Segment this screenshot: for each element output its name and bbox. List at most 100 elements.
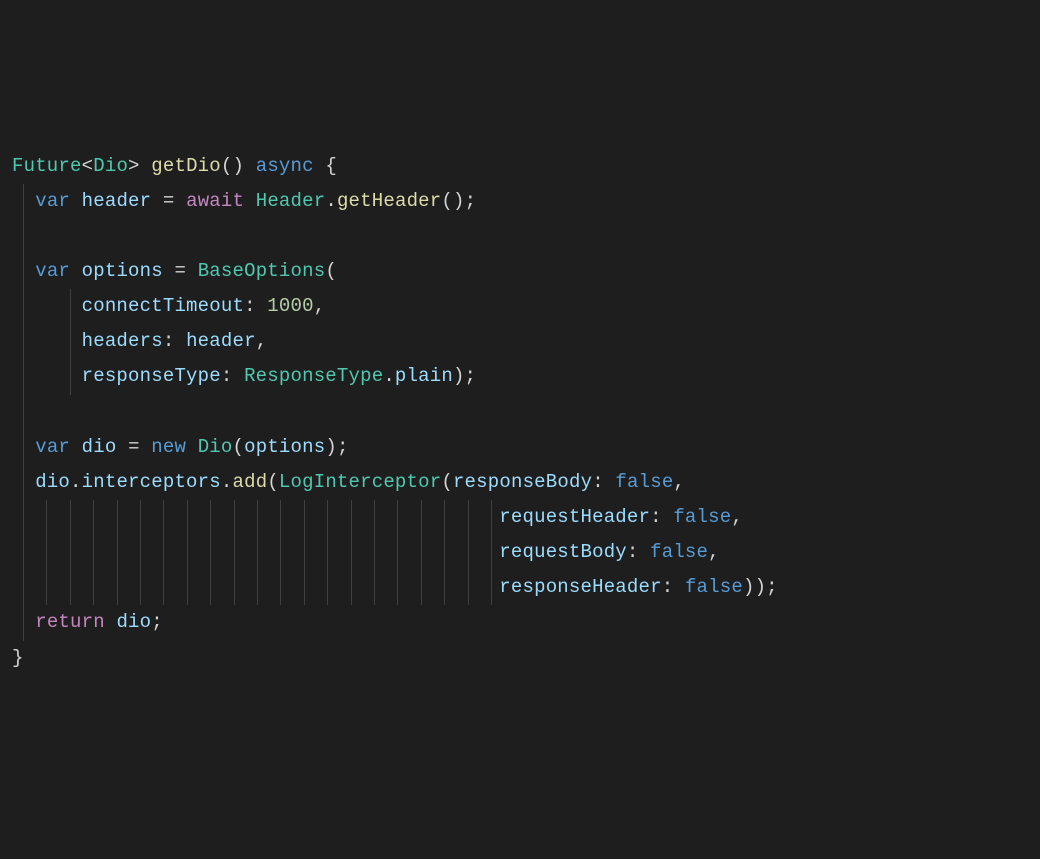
indent-guide (46, 535, 47, 570)
colon: : (592, 471, 604, 493)
comma: , (256, 330, 268, 352)
indent-guide (351, 535, 352, 570)
return-keyword: return (35, 611, 105, 633)
indent-guide (257, 500, 258, 535)
semicolon: ; (766, 576, 778, 598)
code-line: var header = await Header.getHeader(); (12, 184, 1028, 219)
code-line: dio.interceptors.add(LogInterceptor(resp… (12, 465, 1028, 500)
indent-guide (187, 535, 188, 570)
parens: () (221, 155, 244, 177)
indent-guide (23, 430, 24, 465)
boolean-literal: false (673, 506, 731, 528)
colon: : (662, 576, 674, 598)
paren-open: ( (267, 471, 279, 493)
code-line: responseType: ResponseType.plain); (12, 359, 1028, 394)
dot: . (70, 471, 82, 493)
indent-guide (23, 500, 24, 535)
indent-guide (163, 500, 164, 535)
colon: : (650, 506, 662, 528)
whitespace (140, 436, 152, 458)
code-line: var dio = new Dio(options); (12, 430, 1028, 465)
indent-guide (374, 570, 375, 605)
indent-guide (23, 570, 24, 605)
indent-guide (70, 535, 71, 570)
indent-guide (23, 324, 24, 359)
brace-open: { (325, 155, 337, 177)
paren-close: ) (325, 436, 337, 458)
class-name: ResponseType (244, 365, 383, 387)
paren-open: ( (325, 260, 337, 282)
indent-guide (23, 605, 24, 640)
method-name: getHeader (337, 190, 441, 212)
var-keyword: var (35, 260, 70, 282)
boolean-literal: false (615, 471, 673, 493)
class-name: LogInterceptor (279, 471, 441, 493)
colon: : (221, 365, 233, 387)
indent-guide (397, 570, 398, 605)
whitespace (662, 506, 674, 528)
indent-guide (444, 535, 445, 570)
indent-guide (187, 500, 188, 535)
semicolon: ; (465, 365, 477, 387)
indent-guide (163, 570, 164, 605)
whitespace (639, 541, 651, 563)
property: responseType (82, 365, 221, 387)
paren-close: ) (453, 365, 465, 387)
code-editor[interactable]: Future<Dio> getDio() async { var header … (12, 149, 1028, 676)
semicolon: ; (465, 190, 477, 212)
parens: () (441, 190, 464, 212)
indent-guide (421, 570, 422, 605)
indent-guide (304, 500, 305, 535)
class-name: Header (256, 190, 326, 212)
indent-guide (374, 500, 375, 535)
identifier: header (82, 190, 152, 212)
indent-guide (23, 359, 24, 394)
code-line: headers: header, (12, 324, 1028, 359)
equals: = (163, 190, 175, 212)
indent-guide (421, 535, 422, 570)
identifier: options (82, 260, 163, 282)
indent-guide (234, 570, 235, 605)
indent-guide (491, 570, 492, 605)
indent-guide (327, 500, 328, 535)
indent-guide (23, 289, 24, 324)
class-name: BaseOptions (198, 260, 326, 282)
whitespace (70, 260, 82, 282)
indent-guide (23, 535, 24, 570)
indent-guide (93, 535, 94, 570)
whitespace (174, 330, 186, 352)
identifier: dio (82, 436, 117, 458)
paren-open: ( (441, 471, 453, 493)
dot: . (383, 365, 395, 387)
indent-guide (70, 359, 71, 394)
whitespace (604, 471, 616, 493)
indent-guide (280, 535, 281, 570)
indent-guide (468, 500, 469, 535)
angle-bracket: > (128, 155, 140, 177)
dot: . (221, 471, 233, 493)
equals: = (128, 436, 140, 458)
indent-guide (23, 395, 24, 430)
code-line: } (12, 641, 1028, 676)
async-keyword: async (256, 155, 314, 177)
indent-guide (117, 570, 118, 605)
indent-guide (491, 535, 492, 570)
generic-type: Dio (93, 155, 128, 177)
indent-guide (93, 570, 94, 605)
whitespace (105, 611, 117, 633)
semicolon: ; (337, 436, 349, 458)
identifier: dio (116, 611, 151, 633)
type-token: Future (12, 155, 82, 177)
indent-guide (304, 570, 305, 605)
indent-guide (23, 465, 24, 500)
code-line-empty (12, 395, 1028, 430)
indent-guide (234, 500, 235, 535)
comma: , (314, 295, 326, 317)
property: responseHeader (499, 576, 661, 598)
property: connectTimeout (82, 295, 244, 317)
code-line: requestHeader: false, (12, 500, 1028, 535)
indent-guide (70, 570, 71, 605)
indent-guide (397, 500, 398, 535)
indent-guide (280, 500, 281, 535)
indent-guide (210, 535, 211, 570)
